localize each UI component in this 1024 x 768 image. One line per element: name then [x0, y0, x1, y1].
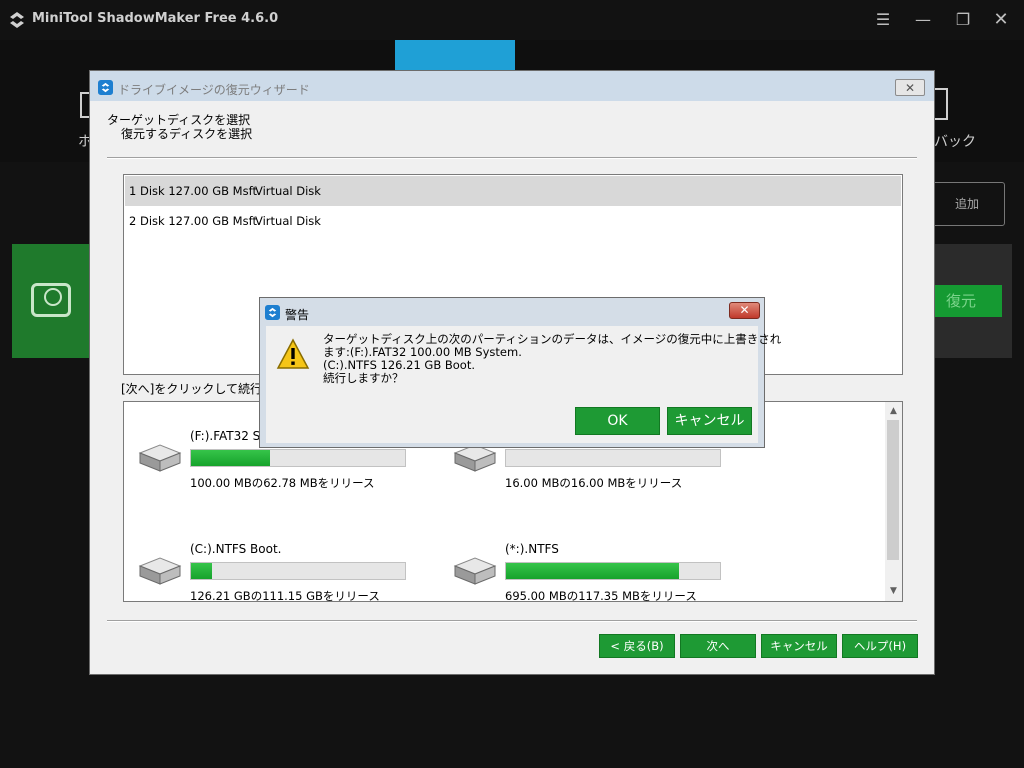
- warning-message: ターゲットディスク上の次のパーティションのデータは、イメージの復元中に上書きされ…: [323, 333, 781, 385]
- wizard-titlebar: ドライブイメージの復元ウィザード ✕: [90, 71, 934, 101]
- menu-icon[interactable]: ☰: [872, 9, 894, 31]
- wizard-subheading: 復元するディスクを選択: [121, 127, 253, 141]
- disk-name: 2 Disk 127.00 GB Msft: [129, 214, 257, 228]
- minimize-icon[interactable]: —: [912, 9, 934, 31]
- partition-usage-bar: [505, 562, 721, 580]
- nav-backup-label[interactable]: バック: [934, 131, 976, 151]
- disk-type: Virtual Disk: [255, 214, 321, 228]
- app-logo-icon: [98, 80, 113, 95]
- warning-message-line: ます:(F:).FAT32 100.00 MB System.: [323, 345, 522, 359]
- warning-dialog: 警告 ✕ ターゲットディスク上の次のパーティションのデータは、イメージの復元中に…: [259, 297, 781, 448]
- ok-button[interactable]: OK: [575, 407, 660, 435]
- warning-body: ターゲットディスク上の次のパーティションのデータは、イメージの復元中に上書きされ…: [266, 326, 781, 443]
- disk-name: 1 Disk 127.00 GB Msft: [129, 184, 257, 198]
- partition-usage-bar: [505, 449, 721, 467]
- partition-name: (C:).NTFS Boot.: [190, 542, 282, 556]
- warning-message-line: 続行しますか？: [323, 371, 404, 385]
- scroll-up-icon[interactable]: ▲: [885, 403, 902, 420]
- help-button[interactable]: ヘルプ(H): [842, 634, 918, 658]
- warning-triangle-icon: [276, 338, 310, 369]
- disk-row[interactable]: 1 Disk 127.00 GB Msft Virtual Disk: [125, 176, 901, 206]
- warning-title: 警告: [285, 308, 310, 322]
- disk-type: Virtual Disk: [255, 184, 321, 198]
- hard-drive-icon: [138, 557, 182, 585]
- divider: [107, 620, 917, 622]
- nav-active-tab-indicator[interactable]: [395, 40, 515, 70]
- warning-titlebar: 警告 ✕: [260, 298, 764, 326]
- next-button[interactable]: 次へ: [680, 634, 756, 658]
- warning-message-line: (C:).NTFS 126.21 GB Boot.: [323, 358, 476, 372]
- wizard-title: ドライブイメージの復元ウィザード: [118, 83, 310, 97]
- restore-window-icon[interactable]: ❐: [952, 9, 974, 31]
- partition-free-text: 100.00 MBの62.78 MBをリリース: [190, 476, 375, 490]
- back-button[interactable]: < 戻る(B): [599, 634, 675, 658]
- partition-item: (C:).NTFS Boot. 126.21 GBの111.15 GBをリリース: [138, 542, 438, 602]
- cancel-button[interactable]: キャンセル: [761, 634, 837, 658]
- partition-usage-fill: [191, 563, 212, 579]
- partition-usage-bar: [190, 449, 406, 467]
- warning-message-line: ターゲットディスク上の次のパーティションのデータは、イメージの復元中に上書きされ: [323, 332, 782, 346]
- partition-item: (*:).NTFS 695.00 MBの117.35 MBをリリース: [453, 542, 753, 602]
- add-button-label: 追加: [954, 197, 979, 211]
- partition-usage-fill: [191, 450, 270, 466]
- nav-backup-icon[interactable]: [934, 88, 948, 120]
- partition-free-text: 126.21 GBの111.15 GBをリリース: [190, 589, 380, 602]
- app-titlebar: MiniTool ShadowMaker Free 4.6.0 ☰ — ❐ ✕: [0, 0, 1024, 40]
- disk-row[interactable]: 2 Disk 127.00 GB Msft Virtual Disk: [125, 206, 901, 236]
- app-title: MiniTool ShadowMaker Free 4.6.0: [32, 11, 279, 26]
- app-logo-icon: [265, 305, 280, 320]
- partition-usage-fill: [506, 563, 679, 579]
- app-logo-icon: [10, 12, 24, 28]
- partition-free-text: 16.00 MBの16.00 MBをリリース: [505, 476, 683, 490]
- warning-cancel-button[interactable]: キャンセル: [667, 407, 752, 435]
- hard-drive-icon: [138, 444, 182, 472]
- scrollbar-thumb[interactable]: [887, 420, 899, 560]
- disk-icon: [31, 283, 71, 317]
- partition-name: (*:).NTFS: [505, 542, 559, 556]
- warning-close-button[interactable]: ✕: [729, 302, 760, 319]
- partition-free-text: 695.00 MBの117.35 MBをリリース: [505, 589, 697, 602]
- partition-usage-bar: [190, 562, 406, 580]
- wizard-close-button[interactable]: ✕: [895, 79, 925, 96]
- partition-name: (F:).FAT32 S: [190, 429, 261, 443]
- close-icon[interactable]: ✕: [990, 9, 1012, 31]
- scroll-down-icon[interactable]: ▼: [885, 583, 902, 600]
- partition-scrollbar[interactable]: ▲ ▼: [885, 402, 902, 601]
- divider: [107, 157, 917, 159]
- hard-drive-icon: [453, 557, 497, 585]
